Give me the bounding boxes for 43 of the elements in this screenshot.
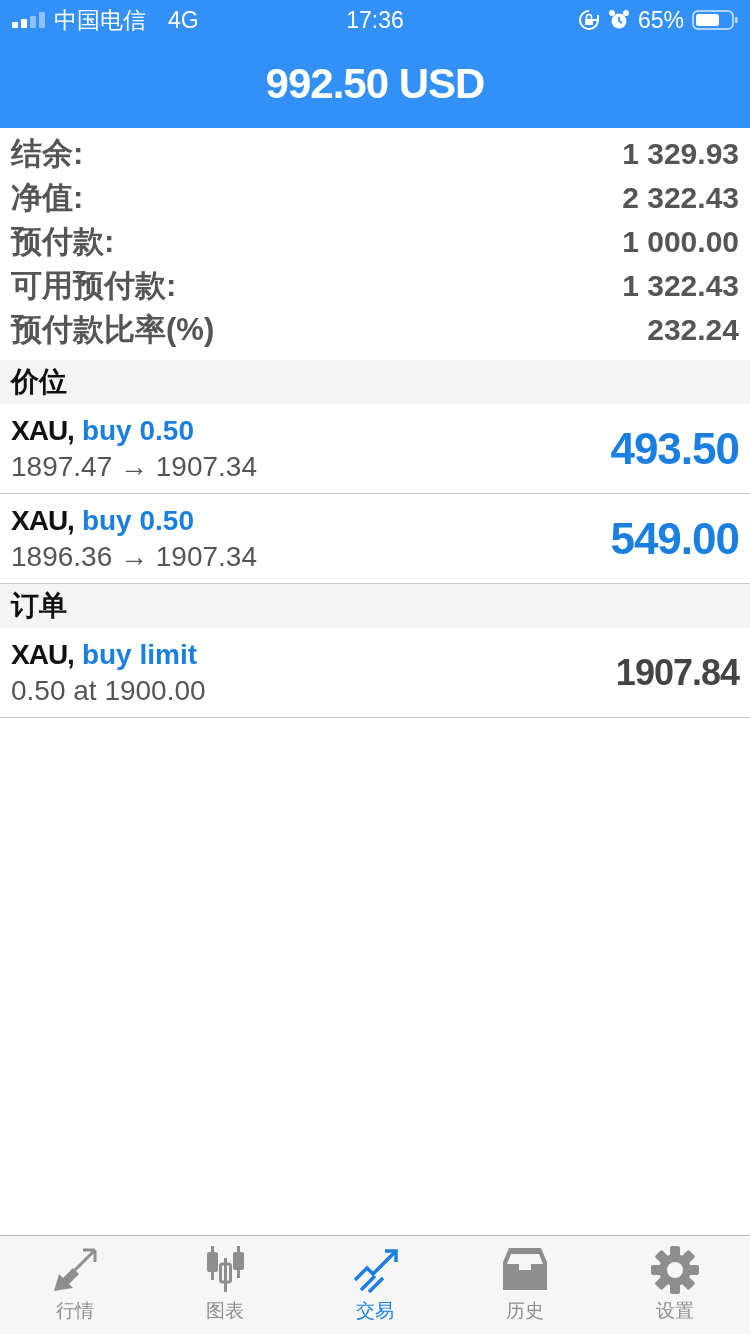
price-detail: 1896.36 → 1907.34 — [11, 540, 257, 573]
summary-value: 2 322.43 — [622, 181, 739, 215]
clock-time: 17:36 — [346, 6, 404, 34]
price-detail: 1897.47 → 1907.34 — [11, 450, 257, 483]
profit-value: 493.50 — [610, 423, 739, 474]
battery-percentage: 65% — [637, 6, 684, 34]
balance-title: 992.50 USD — [265, 60, 485, 108]
summary-label: 结余: — [11, 135, 84, 173]
carrier-name: 中国电信 — [54, 5, 146, 35]
summary-label: 预付款比率(%) — [11, 311, 215, 349]
section-title: 价位 — [11, 365, 67, 399]
arrows-icon — [51, 1246, 99, 1294]
summary-label: 预付款: — [11, 223, 115, 261]
trade-row[interactable]: XAU, buy 0.50 1897.47 → 1907.34 493.50 — [0, 404, 750, 494]
network-type: 4G — [168, 6, 199, 34]
tab-item[interactable]: 设置 — [600, 1236, 750, 1334]
rotation-lock-icon — [577, 9, 600, 31]
tab-item[interactable]: 交易 — [300, 1236, 450, 1334]
profit-value: 549.00 — [610, 513, 739, 564]
summary-value: 1 329.93 — [622, 137, 739, 171]
tab-item[interactable]: 行情 — [0, 1236, 150, 1334]
alarm-clock-icon — [607, 9, 630, 31]
signal-icon — [12, 12, 46, 28]
trend-line-icon — [351, 1246, 399, 1294]
tab-item[interactable]: 图表 — [150, 1236, 300, 1334]
summary-value: 232.24 — [647, 313, 739, 347]
current-price: 1907.84 — [615, 651, 739, 694]
summary-value: 1 000.00 — [622, 225, 739, 259]
symbol-label: XAU, — [11, 504, 74, 537]
symbol-label: XAU, — [11, 414, 74, 447]
section-title: 订单 — [11, 589, 67, 623]
summary-value: 1 322.43 — [622, 269, 739, 303]
symbol-label: XAU, — [11, 638, 74, 671]
trade-row[interactable]: XAU, buy limit 0.50 at 1900.00 1907.84 — [0, 628, 750, 718]
order-type-label: buy limit — [81, 638, 198, 671]
order-type-label: buy 0.50 — [81, 414, 194, 447]
tab-item[interactable]: 历史 — [450, 1236, 600, 1334]
settings-icon — [651, 1246, 699, 1294]
summary-label: 可用预付款: — [11, 267, 177, 305]
price-detail: 0.50 at 1900.00 — [11, 674, 206, 707]
summary-label: 净值: — [11, 179, 84, 217]
battery-icon — [692, 10, 738, 30]
order-type-label: buy 0.50 — [81, 504, 194, 537]
